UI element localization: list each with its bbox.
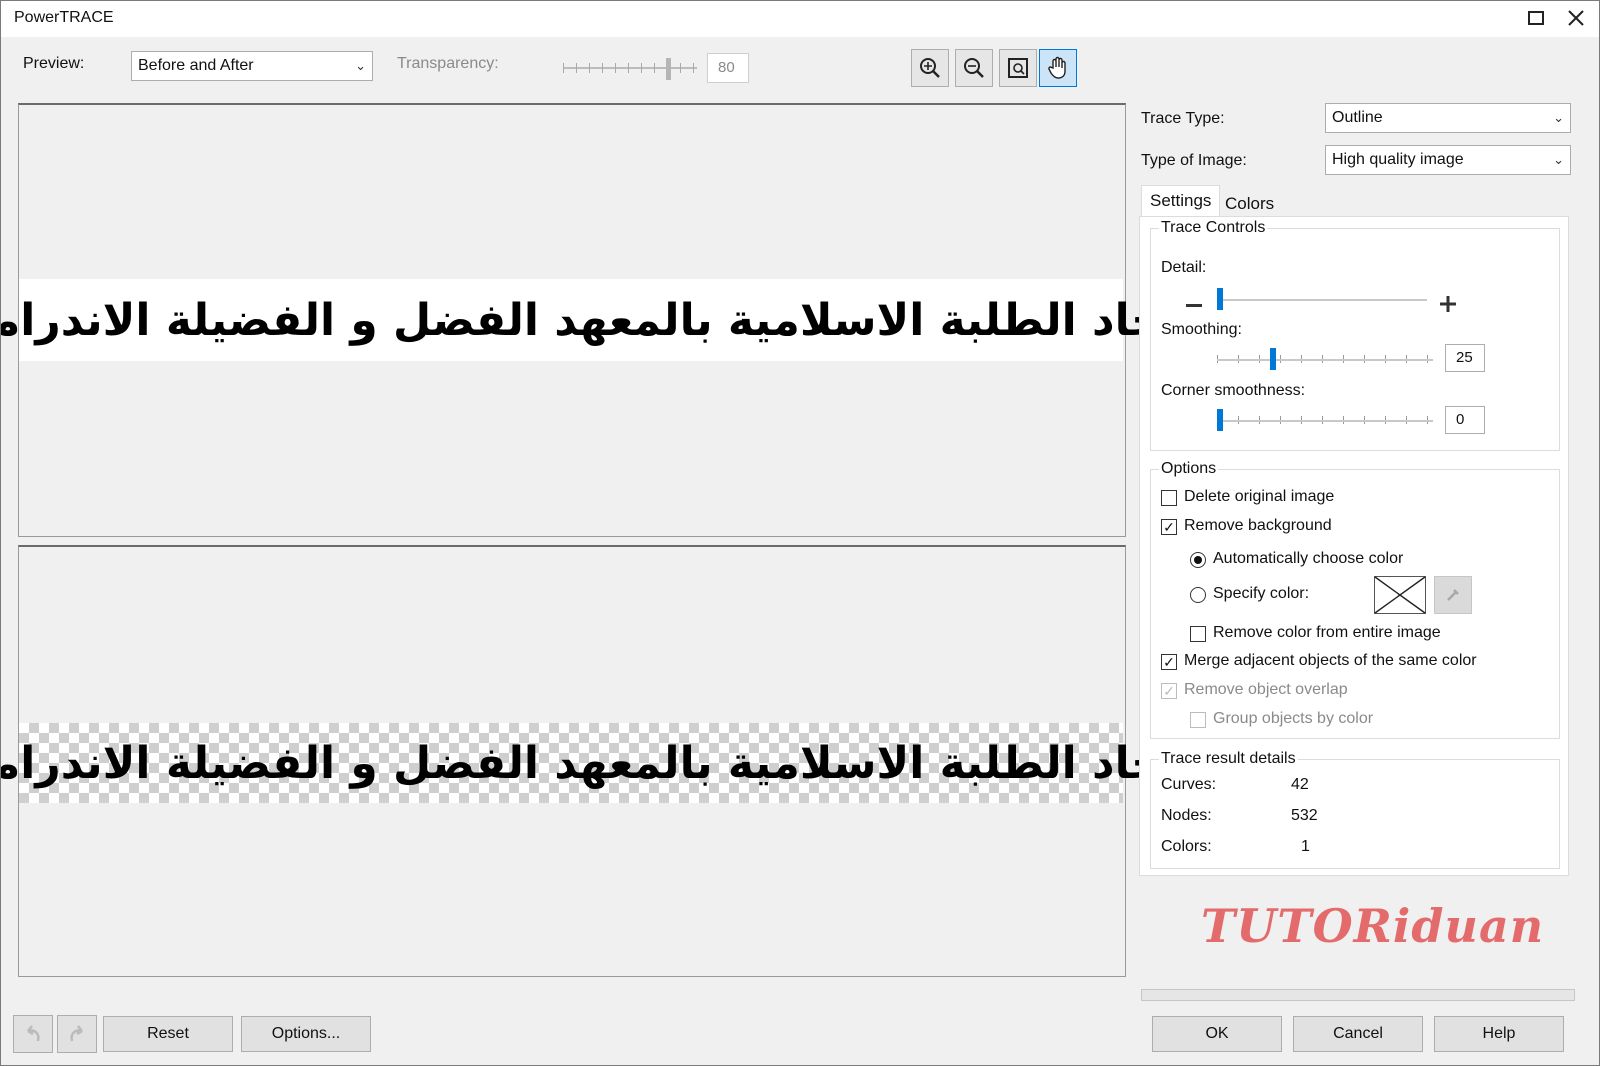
zoom-out-icon: [964, 58, 984, 78]
title-bar: PowerTRACE: [1, 1, 1599, 37]
corner-smoothness-slider[interactable]: [1217, 408, 1433, 432]
trace-type-dropdown[interactable]: Outline ⌄: [1325, 103, 1571, 133]
merge-adjacent-checkbox[interactable]: ✓: [1161, 654, 1177, 670]
reset-button[interactable]: Reset: [103, 1016, 233, 1052]
cancel-button[interactable]: Cancel: [1293, 1016, 1423, 1052]
remove-color-entire-label: Remove color from entire image: [1213, 624, 1441, 641]
close-icon: [1568, 10, 1584, 26]
corner-smoothness-value[interactable]: 0: [1445, 406, 1485, 434]
nodes-label: Nodes:: [1161, 807, 1212, 824]
chevron-down-icon: ⌄: [1553, 152, 1564, 167]
merge-adjacent-label: Merge adjacent objects of the same color: [1184, 652, 1477, 669]
zoom-in-button[interactable]: [911, 49, 949, 87]
colors-label: Colors:: [1161, 838, 1212, 855]
options-legend: Options: [1159, 460, 1219, 478]
image-type-value: High quality image: [1332, 151, 1464, 168]
curves-value: 42: [1291, 776, 1309, 793]
remove-background-label: Remove background: [1184, 517, 1332, 534]
preview-label: Preview:: [23, 55, 85, 72]
options-group: Options Delete original image ✓ Remove b…: [1150, 460, 1560, 739]
detail-thumb[interactable]: [1217, 288, 1223, 310]
no-color-swatch-icon[interactable]: [1374, 576, 1426, 614]
maximize-icon: [1528, 11, 1544, 25]
remove-color-entire-checkbox[interactable]: [1190, 626, 1206, 642]
transparency-ticks: [563, 63, 697, 73]
corner-thumb[interactable]: [1217, 409, 1223, 431]
pan-hand-icon: [1048, 56, 1066, 79]
zoom-in-icon: [920, 58, 940, 78]
auto-color-label: Automatically choose color: [1213, 550, 1404, 567]
remove-overlap-checkbox[interactable]: ✓: [1161, 683, 1177, 699]
image-type-label: Type of Image:: [1141, 152, 1247, 169]
trace-type-label: Trace Type:: [1141, 110, 1225, 127]
preview-dropdown[interactable]: Before and After ⌄: [131, 51, 373, 81]
trace-result-details-group: Trace result details Curves: 42 Nodes: 5…: [1150, 750, 1560, 869]
specify-color-label: Specify color:: [1213, 585, 1310, 602]
options-button[interactable]: Options...: [241, 1016, 371, 1052]
ok-button[interactable]: OK: [1152, 1016, 1282, 1052]
eyedropper-button[interactable]: [1434, 576, 1472, 614]
close-button[interactable]: [1559, 3, 1593, 33]
undo-button[interactable]: [13, 1015, 53, 1053]
chevron-down-icon: ⌄: [1553, 110, 1564, 125]
trace-controls-group: Trace Controls Detail: Smoothing: 25 Cor…: [1150, 219, 1560, 451]
remove-background-checkbox[interactable]: ✓: [1161, 519, 1177, 535]
window-title: PowerTRACE: [14, 9, 114, 26]
corner-track: [1217, 420, 1433, 422]
trace-result-legend: Trace result details: [1159, 750, 1298, 768]
plus-icon[interactable]: [1439, 295, 1457, 313]
zoom-out-button[interactable]: [955, 49, 993, 87]
smoothing-slider[interactable]: [1217, 347, 1433, 371]
auto-color-radio[interactable]: [1190, 552, 1206, 568]
curves-label: Curves:: [1161, 776, 1217, 793]
before-arabic-text: اتحاد الطلبة الاسلامية بالمعهد الفضل و ا…: [0, 294, 1195, 346]
nodes-value: 532: [1291, 807, 1318, 824]
undo-icon: [27, 1025, 40, 1042]
smoothing-label: Smoothing:: [1161, 321, 1242, 338]
redo-icon: [70, 1025, 83, 1042]
detail-track: [1217, 299, 1427, 301]
specify-color-radio[interactable]: [1190, 587, 1206, 603]
corner-smoothness-label: Corner smoothness:: [1161, 382, 1306, 399]
smoothing-value[interactable]: 25: [1445, 344, 1485, 372]
delete-original-checkbox[interactable]: [1161, 490, 1177, 506]
after-preview[interactable]: اتحاد الطلبة الاسلامية بالمعهد الفضل و ا…: [0, 545, 1195, 977]
group-by-color-checkbox[interactable]: [1190, 712, 1206, 728]
settings-tab-panel: Trace Controls Detail: Smoothing: 25 Cor…: [1139, 216, 1569, 876]
remove-overlap-label: Remove object overlap: [1184, 681, 1348, 698]
detail-slider[interactable]: [1217, 287, 1427, 311]
progress-bar: [1141, 989, 1575, 1001]
minus-icon[interactable]: [1186, 304, 1202, 307]
transparency-label: Transparency:: [397, 55, 499, 72]
transparency-thumb[interactable]: [666, 58, 671, 80]
fit-button[interactable]: [999, 49, 1037, 87]
image-type-dropdown[interactable]: High quality image ⌄: [1325, 145, 1571, 175]
maximize-button[interactable]: [1519, 3, 1553, 33]
pan-button[interactable]: [1039, 49, 1077, 87]
chevron-down-icon: ⌄: [355, 58, 366, 73]
smoothing-thumb[interactable]: [1270, 348, 1276, 370]
before-preview[interactable]: اتحاد الطلبة الاسلامية بالمعهد الفضل و ا…: [0, 103, 1195, 537]
colors-value: 1: [1301, 838, 1310, 855]
tab-settings[interactable]: Settings: [1141, 185, 1221, 217]
eyedropper-icon: [1447, 589, 1459, 601]
fit-icon: [1008, 58, 1028, 78]
transparency-slider[interactable]: [563, 57, 697, 81]
after-arabic-text: اتحاد الطلبة الاسلامية بالمعهد الفضل و ا…: [0, 737, 1195, 789]
group-by-color-label: Group objects by color: [1213, 710, 1374, 727]
delete-original-label: Delete original image: [1184, 488, 1335, 505]
detail-label: Detail:: [1161, 259, 1207, 276]
watermark-logo: TUTORiduan: [1201, 899, 1545, 953]
powertrace-dialog: PowerTRACE Preview: Before and After ⌄ T…: [0, 0, 1600, 1066]
redo-button[interactable]: [57, 1015, 97, 1053]
preview-value: Before and After: [138, 57, 254, 74]
trace-type-value: Outline: [1332, 109, 1383, 126]
smoothing-track: [1217, 359, 1433, 361]
transparency-value[interactable]: 80: [707, 53, 749, 83]
tab-colors[interactable]: Colors: [1217, 189, 1282, 219]
help-button[interactable]: Help: [1434, 1016, 1564, 1052]
trace-controls-legend: Trace Controls: [1159, 219, 1268, 237]
